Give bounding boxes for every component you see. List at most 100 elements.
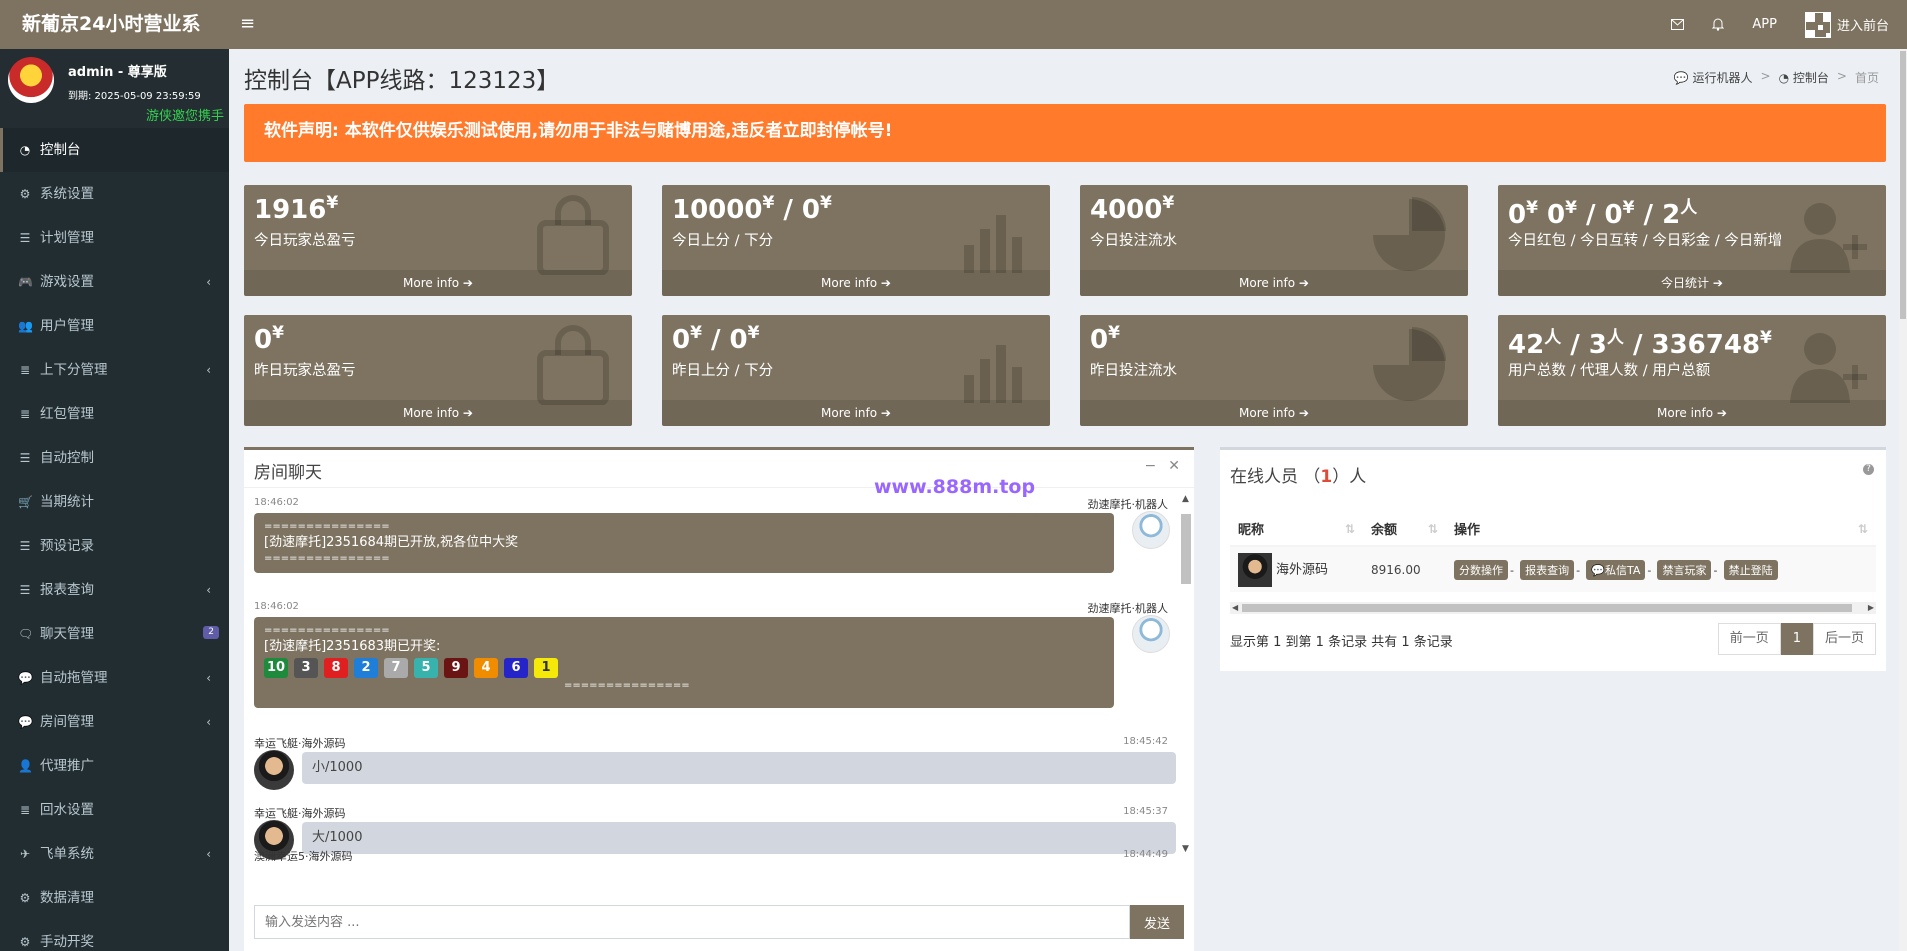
sidebar-toggle-icon[interactable]: ≡: [240, 13, 255, 34]
comments-icon: 💬: [1673, 71, 1689, 85]
sidebar-item[interactable]: 🛒 当期统计: [0, 480, 229, 524]
sidebar-item-label: 自动控制: [40, 450, 94, 466]
user-panel: admin - 尊享版 到期: 2025-05-09 23:59:59 游侠邀您…: [0, 49, 229, 128]
sidebar-item[interactable]: ≣ 红包管理: [0, 392, 229, 436]
close-icon[interactable]: ✕: [1168, 458, 1180, 474]
enter-front-link[interactable]: 进入前台: [1804, 11, 1889, 38]
next-page-button[interactable]: 后一页: [1812, 623, 1876, 655]
sidebar-item[interactable]: 💬 自动拖管理 ‹: [0, 656, 229, 700]
comments-icon: 🗨: [18, 627, 34, 641]
message-sender: 劲速摩托·机器人: [1087, 602, 1169, 615]
mute-player-button[interactable]: 禁言玩家: [1657, 559, 1712, 580]
cogs-icon: ⚙: [19, 187, 31, 201]
envelope-icon[interactable]: [1671, 19, 1685, 30]
users-icon: 👥: [18, 319, 33, 333]
sidebar-item[interactable]: ☰ 计划管理: [0, 216, 229, 260]
sidebar-item[interactable]: ≣ 回水设置: [0, 788, 229, 832]
ban-login-button[interactable]: 禁止登陆: [1723, 559, 1778, 580]
stat-label: 昨日投注流水: [1090, 363, 1177, 379]
chat-message-input[interactable]: [254, 905, 1130, 939]
stat-value: 0¥ / 0¥: [672, 323, 760, 355]
breadcrumb: 💬 运行机器人 > ◔ 控制台 > 首页: [1674, 69, 1879, 86]
watermark-text: www.888m.top: [874, 476, 1036, 498]
sidebar-item[interactable]: 🎮 游戏设置 ‹: [0, 260, 229, 304]
chat-messages[interactable]: 18:46:02 劲速摩托·机器人 =============== [劲速摩托]…: [244, 488, 1194, 861]
table-horizontal-scrollbar[interactable]: ◀ ▶: [1230, 602, 1876, 614]
sidebar-item[interactable]: 💬 房间管理 ‹: [0, 700, 229, 744]
sidebar-item[interactable]: ◔ 控制台: [0, 128, 229, 172]
help-icon[interactable]: ?: [1863, 464, 1874, 475]
chat-scrollbar[interactable]: ▲ ▼: [1180, 494, 1192, 854]
column-header-actions[interactable]: 操作 ⇅: [1446, 512, 1876, 547]
comment-icon: 💬: [1591, 563, 1605, 577]
message-time: 18:45:42: [1123, 736, 1168, 747]
more-info-link[interactable]: More info ➔: [1498, 400, 1886, 426]
minimize-icon[interactable]: −: [1145, 458, 1157, 474]
bell-icon[interactable]: [1712, 18, 1725, 31]
sidebar-item[interactable]: ≣ 上下分管理 ‹: [0, 348, 229, 392]
private-message-button[interactable]: 💬私信TA: [1586, 559, 1646, 580]
more-info-link[interactable]: More info ➔: [662, 400, 1050, 426]
score-operation-button[interactable]: 分数操作: [1454, 559, 1508, 580]
user-message-bubble: 大/1000: [302, 822, 1176, 854]
chevron-left-icon: ‹: [206, 583, 211, 597]
breadcrumb-home[interactable]: 首页: [1855, 69, 1879, 86]
comment-icon: 💬: [18, 671, 33, 685]
sidebar-item[interactable]: 🗨 聊天管理 2: [0, 612, 229, 656]
room-chat-panel: 房间聊天 − ✕ 18:46:02 劲速摩托·机器人 =============…: [244, 447, 1194, 951]
sidebar-item-label: 报表查询: [40, 582, 94, 598]
stat-value: 0¥: [254, 323, 284, 355]
sidebar-item[interactable]: ☰ 报表查询 ‹: [0, 568, 229, 612]
column-header-balance[interactable]: 余额 ⇅: [1363, 512, 1446, 547]
column-header-nickname[interactable]: 昵称 ⇅: [1230, 512, 1363, 547]
paper-plane-icon: ✈: [19, 847, 31, 861]
sidebar-item[interactable]: 👤 代理推广: [0, 744, 229, 788]
robot-avatar: [1132, 615, 1170, 653]
app-link[interactable]: APP: [1752, 17, 1777, 32]
sidebar-item[interactable]: ☰ 预设记录: [0, 524, 229, 568]
report-query-button[interactable]: 报表查询: [1520, 559, 1575, 580]
page-scrollbar[interactable]: [1899, 49, 1907, 951]
enter-front-label: 进入前台: [1836, 19, 1889, 34]
chevron-left-icon: ‹: [206, 275, 211, 289]
bar-chart-icon: [964, 215, 1022, 273]
sidebar-item[interactable]: ⚙ 系统设置: [0, 172, 229, 216]
sort-icon: ⇅: [1427, 522, 1438, 536]
more-info-link[interactable]: More info ➔: [244, 400, 632, 426]
breadcrumb-robot[interactable]: 💬 运行机器人: [1674, 69, 1753, 86]
list-icon: ☰: [19, 451, 31, 465]
table-info: 显示第 1 到第 1 条记录 共有 1 条记录: [1230, 635, 1453, 650]
sidebar-item[interactable]: ⚙ 数据清理: [0, 876, 229, 920]
user-plus-icon: [1790, 203, 1867, 273]
more-info-link[interactable]: More info ➔: [1080, 400, 1468, 426]
sidebar-item[interactable]: ⚙ 手动开奖: [0, 920, 229, 951]
chevron-left-icon: ‹: [206, 671, 211, 685]
stat-value: 0¥ 0¥ / 0¥ / 2人: [1508, 198, 1698, 230]
sidebar-item[interactable]: 👥 用户管理: [0, 304, 229, 348]
prev-page-button[interactable]: 前一页: [1717, 623, 1781, 655]
message-time: 18:44:49: [1123, 849, 1168, 860]
lottery-ball: 3: [294, 658, 318, 678]
more-info-link[interactable]: More info ➔: [662, 270, 1050, 296]
message-sender: 澳洲幸运5·海外源码: [254, 850, 353, 861]
database-icon: ≣: [19, 407, 31, 421]
message-sender: 劲速摩托·机器人: [1087, 498, 1169, 511]
stat-today-updown: 10000¥ / 0¥ 今日上分 / 下分 More info ➔: [662, 185, 1050, 296]
sidebar-item-label: 计划管理: [40, 230, 94, 246]
sidebar-item-label: 房间管理: [40, 714, 94, 730]
sidebar-item[interactable]: ☰ 自动控制: [0, 436, 229, 480]
stat-value: 10000¥ / 0¥: [672, 193, 832, 225]
today-stats-link[interactable]: 今日统计 ➔: [1498, 270, 1886, 296]
more-info-link[interactable]: More info ➔: [244, 270, 632, 296]
message-time: 18:46:02: [254, 601, 299, 612]
brand-logo[interactable]: 新葡京24小时营业系: [0, 0, 229, 49]
more-info-link[interactable]: More info ➔: [1080, 270, 1468, 296]
dashboard-icon: ◔: [1778, 71, 1790, 85]
page-number-button[interactable]: 1: [1780, 623, 1813, 655]
send-button[interactable]: 发送: [1130, 905, 1184, 939]
stat-yesterday-updown: 0¥ / 0¥ 昨日上分 / 下分 More info ➔: [662, 315, 1050, 426]
breadcrumb-dashboard[interactable]: ◔ 控制台: [1779, 69, 1829, 86]
sidebar-item[interactable]: ✈ 飞单系统 ‹: [0, 832, 229, 876]
list-icon: ☰: [19, 539, 31, 553]
stat-label: 用户总数 / 代理人数 / 用户总额: [1508, 363, 1711, 379]
